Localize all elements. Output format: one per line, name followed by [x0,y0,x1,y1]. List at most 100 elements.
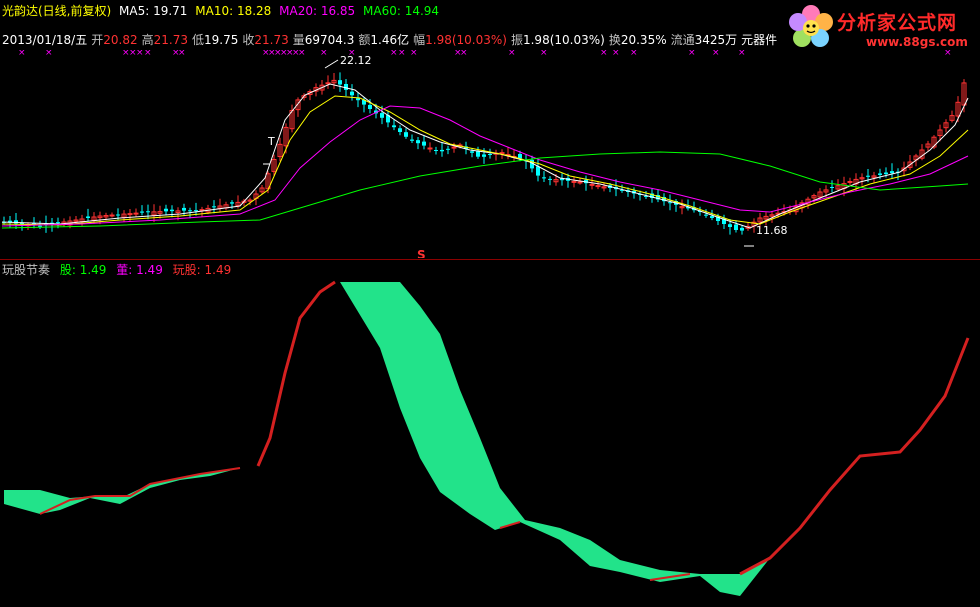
candle [505,146,511,160]
candle [446,145,450,155]
indicator-gu-value: 股: 1.49 [59,263,107,277]
candle [151,204,157,223]
logo-title: 分析家公式网 [837,12,958,34]
candle [404,128,408,139]
float-label: 流通 [670,33,695,47]
candle [277,137,283,162]
candle [427,142,433,153]
candle [871,171,877,184]
x-signal-marker: × [410,50,418,58]
x-signal-marker: × [540,50,548,58]
high-label: 高 [141,33,154,47]
candle [584,175,588,191]
float-value: 3425万 [694,33,738,47]
candle [476,146,480,159]
indicator-name[interactable]: 玩股节奏 [2,263,50,277]
candle [919,144,925,161]
candle [416,137,420,150]
candle [217,198,223,212]
price-annotations: 22.12 T 11.68 S [263,54,788,258]
candle [259,185,265,194]
candle [650,188,654,203]
quote-detail-row: 2013/01/18/五 开20.82 高21.73 低19.75 收21.73 量697… [2,33,781,47]
candle [536,158,540,182]
x-signal-marker: × [178,50,186,58]
candle [601,182,607,192]
x-signal-marker: × [688,50,696,58]
change-label: 幅 [413,33,426,47]
rhythm-band-fill [4,282,968,596]
candle [925,140,931,151]
change-value: 1.98(10.03%) [425,33,507,47]
candle [109,212,115,218]
candle [140,205,144,216]
candle [331,72,337,89]
candle [164,204,168,216]
candle [86,208,90,222]
x-signal-marker: × [398,50,406,58]
x-signal-marker: × [944,50,952,58]
flower-logo-icon [789,5,833,47]
candle [356,92,360,108]
low-label: 低 [191,33,204,47]
candle [133,208,139,217]
candle [542,171,546,183]
indicator-wangu-value: 玩股: 1.49 [172,263,232,277]
candle [799,200,805,213]
candle [199,206,205,217]
candle [571,176,577,188]
ma20-value: MA20: 16.85 [279,4,356,18]
candle [338,72,342,92]
candle [325,75,331,89]
candle [157,205,163,219]
candlestick-chart[interactable]: × × × × × × ×× ××××××× × × × × × ×× × × × × × × × × × 22.12 T … [0,50,980,258]
x-signal-marker: × [144,50,152,58]
stock-name[interactable]: 光韵达(日线,前复权) [2,4,111,18]
ma20-line [1,105,969,227]
x-signal-marker: × [320,50,328,58]
high-marker-label: 22.12 [340,54,372,67]
x-signal-marker: × [630,50,638,58]
x-signal-marker: × [18,50,26,58]
quote-date: 2013/01/18/五 [2,33,88,47]
candle [943,119,949,133]
rhythm-band [4,280,970,596]
s-signal-marker: S [417,248,426,258]
x-signal-marker: × [390,50,398,58]
candle [223,201,229,211]
candle [488,148,492,159]
candle [410,134,414,144]
x-signal-marker: × [298,50,306,58]
indicator-dong-value: 董: 1.49 [116,263,163,277]
low-marker-label: 11.68 [756,224,788,237]
x-signal-marker: × [712,50,720,58]
candle [679,199,685,215]
t-marker: T [267,135,275,148]
rhythm-indicator-chart[interactable] [0,278,980,607]
amount-label: 额 [358,33,371,47]
x-signal-marker: × [45,50,53,58]
amount-value: 1.46亿 [370,33,410,47]
candle [830,180,834,193]
volume-value: 69704.3 [304,33,355,47]
amplitude-value: 1.98(10.03%) [522,33,605,47]
candle [907,154,913,170]
candle [434,146,438,155]
rhythm-rise-edge-right [739,337,970,576]
candle [890,163,894,179]
candle [392,119,396,131]
x-signal-marker: × [600,50,608,58]
logo-url[interactable]: www.88gs.com [866,35,968,49]
signal-x-markers: × × × × × × ×× ××××××× × × × × × ×× × × × × × × × × × [18,50,952,58]
pane-divider[interactable] [0,259,980,260]
candle [386,110,390,128]
x-signal-marker: × [136,50,144,58]
indicator-legend: 玩股节奏 股: 1.49 董: 1.49 玩股: 1.49 [2,263,237,277]
candle [493,149,499,161]
ma10-line [1,95,969,226]
candle [440,142,444,157]
candle [295,97,301,117]
candle [350,84,354,101]
ma5-value: MA5: 19.71 [119,4,188,18]
candle [560,173,564,186]
